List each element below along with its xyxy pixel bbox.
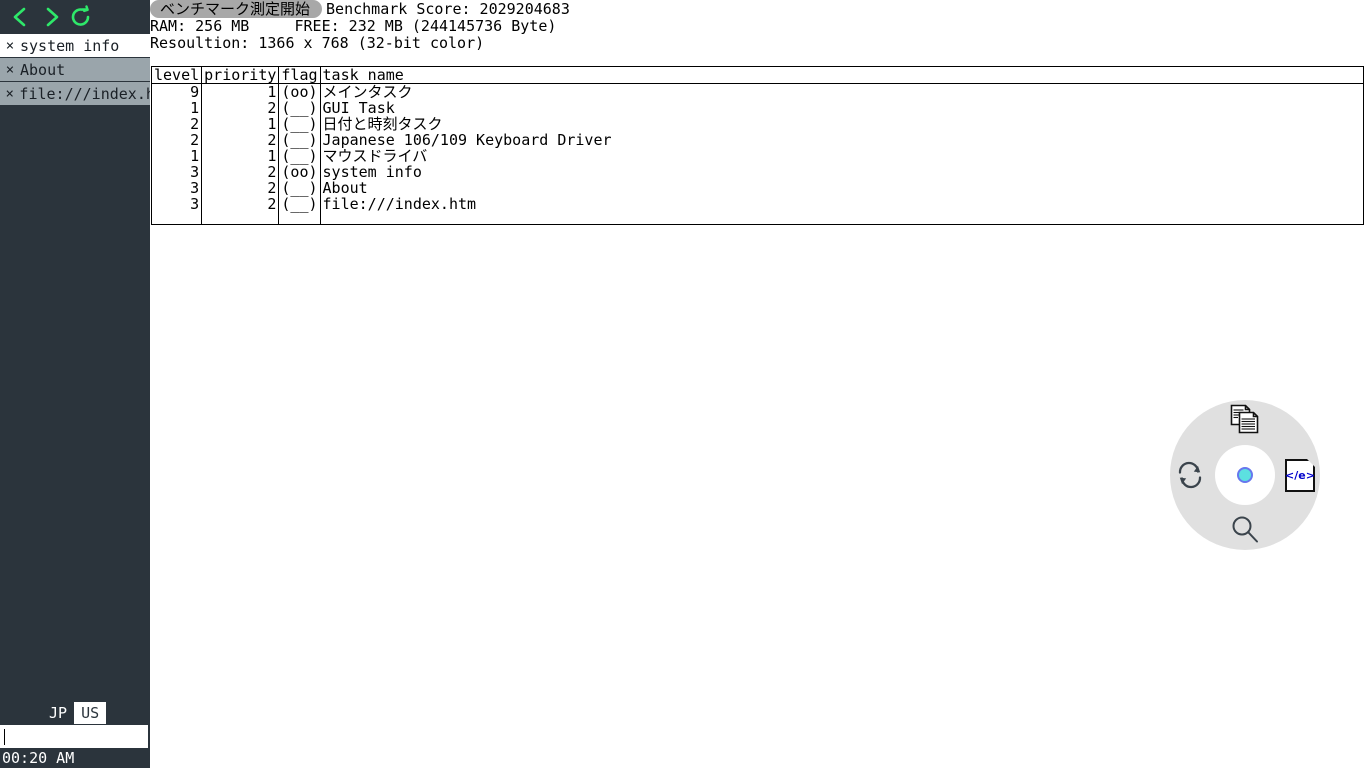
cell-task-name: 日付と時刻タスク — [322, 115, 443, 133]
sidebar: × system info × About × file:///index.h … — [0, 0, 150, 768]
reload-icon[interactable] — [66, 2, 96, 32]
filler-cell — [278, 212, 321, 225]
cell-level: 3 — [151, 196, 203, 212]
cell-flag: (__) — [278, 116, 321, 132]
task-table: level priority flag task name 9 1 (oo) メ… — [151, 66, 1364, 225]
cell-flag: (__) — [278, 148, 321, 164]
sidebar-item-system-info[interactable]: × system info — [0, 34, 150, 58]
table-row[interactable]: 1 2 (__) GUI Task — [151, 99, 1364, 117]
system-info-header: ベンチマーク測定開始 Benchmark Score: 2029204683 R… — [150, 0, 1366, 52]
table-row[interactable]: 2 1 (__) 日付と時刻タスク — [151, 115, 1364, 133]
sidebar-item-index-htm[interactable]: × file:///index.h — [0, 82, 150, 106]
system-info-window: ベンチマーク測定開始 Benchmark Score: 2029204683 R… — [150, 0, 1366, 768]
cell-flag: (oo) — [278, 164, 321, 180]
table-row[interactable]: 3 2 (__) About — [151, 179, 1364, 197]
cell-level: 1 — [151, 148, 203, 164]
clock-label: 00:20 AM — [2, 749, 75, 767]
cell-level: 2 — [151, 116, 203, 132]
back-icon[interactable] — [6, 2, 36, 32]
desktop-screen: × system info × About × file:///index.h … — [0, 0, 1366, 768]
code-file-label: </e> — [1285, 458, 1315, 492]
cell-level: 3 — [151, 164, 203, 180]
filler-cell — [151, 212, 203, 225]
cell-task-name: GUI Task — [322, 99, 395, 117]
close-icon[interactable]: × — [2, 82, 17, 105]
cell-level: 1 — [151, 100, 203, 116]
radial-center-dot[interactable] — [1237, 467, 1253, 483]
command-input[interactable] — [0, 725, 148, 748]
documents-icon[interactable] — [1225, 400, 1265, 440]
search-magnifier-icon[interactable] — [1225, 510, 1265, 550]
column-header-flag: flag — [278, 66, 321, 84]
table-row[interactable]: 9 1 (oo) メインタスク — [151, 83, 1364, 101]
close-icon[interactable]: × — [2, 34, 18, 57]
keyboard-layout-jp[interactable]: JP — [42, 702, 75, 724]
cell-priority: 1 — [201, 116, 280, 132]
sidebar-item-about[interactable]: × About — [0, 58, 150, 82]
keyboard-layout-us[interactable]: US — [74, 702, 107, 724]
cell-level: 3 — [151, 180, 203, 196]
memory-info-line: RAM: 256 MB FREE: 232 MB (244145736 Byte… — [150, 17, 557, 35]
radial-menu[interactable]: </e> — [1170, 400, 1320, 550]
filler-cell — [201, 212, 280, 225]
table-row[interactable]: 1 1 (__) マウスドライバ — [151, 147, 1364, 165]
column-header-priority: priority — [201, 66, 280, 84]
cell-priority: 1 — [201, 148, 280, 164]
cell-priority: 2 — [201, 180, 280, 196]
forward-icon[interactable] — [36, 2, 66, 32]
table-header-row: level priority flag task name — [151, 66, 1364, 84]
refresh-sync-icon[interactable] — [1170, 455, 1210, 495]
text-caret — [4, 729, 5, 745]
navigation-bar — [0, 0, 150, 34]
table-row[interactable]: 2 2 (__) Japanese 106/109 Keyboard Drive… — [151, 131, 1364, 149]
cell-priority: 2 — [201, 164, 280, 180]
cell-priority: 2 — [201, 196, 280, 212]
column-header-level: level — [151, 66, 203, 84]
cell-task-name: system info — [322, 163, 422, 181]
cell-task-name: Japanese 106/109 Keyboard Driver — [322, 131, 612, 149]
cell-flag: (__) — [278, 180, 321, 196]
cell-level: 9 — [151, 83, 203, 100]
close-icon[interactable]: × — [2, 58, 18, 81]
cell-task-name: About — [322, 179, 368, 197]
benchmark-score-label: Benchmark Score: 2029204683 — [326, 0, 570, 18]
task-switcher-list: × system info × About × file:///index.h — [0, 34, 150, 106]
benchmark-row: ベンチマーク測定開始 Benchmark Score: 2029204683 — [150, 0, 1366, 18]
sidebar-item-label: About — [20, 60, 66, 79]
html-code-file-icon[interactable]: </e> — [1280, 455, 1320, 495]
cell-task-name: メインタスク — [322, 83, 413, 101]
table-filler-row — [151, 212, 1364, 225]
filler-cell — [320, 212, 1363, 225]
table-row[interactable]: 3 2 (oo) system info — [151, 163, 1364, 181]
cell-flag: (oo) — [278, 83, 321, 100]
table-row[interactable]: 3 2 (__) file:///index.htm — [151, 195, 1364, 213]
cell-task-name: file:///index.htm — [322, 195, 477, 213]
cell-priority: 2 — [201, 100, 280, 116]
cell-level: 2 — [151, 132, 203, 148]
resolution-info-line: Resoultion: 1366 x 768 (32-bit color) — [150, 34, 485, 52]
sidebar-item-label: file:///index.h — [19, 84, 150, 103]
start-benchmark-button[interactable]: ベンチマーク測定開始 — [150, 0, 323, 18]
cell-priority: 1 — [201, 83, 280, 100]
cell-priority: 2 — [201, 132, 280, 148]
keyboard-layout-toggle: JP US — [42, 702, 107, 724]
column-header-task-name: task name — [320, 66, 1364, 84]
cell-flag: (__) — [278, 100, 321, 116]
sidebar-item-label: system info — [20, 36, 120, 55]
cell-task-name: マウスドライバ — [322, 147, 428, 165]
cell-flag: (__) — [278, 196, 321, 212]
cell-flag: (__) — [278, 132, 321, 148]
